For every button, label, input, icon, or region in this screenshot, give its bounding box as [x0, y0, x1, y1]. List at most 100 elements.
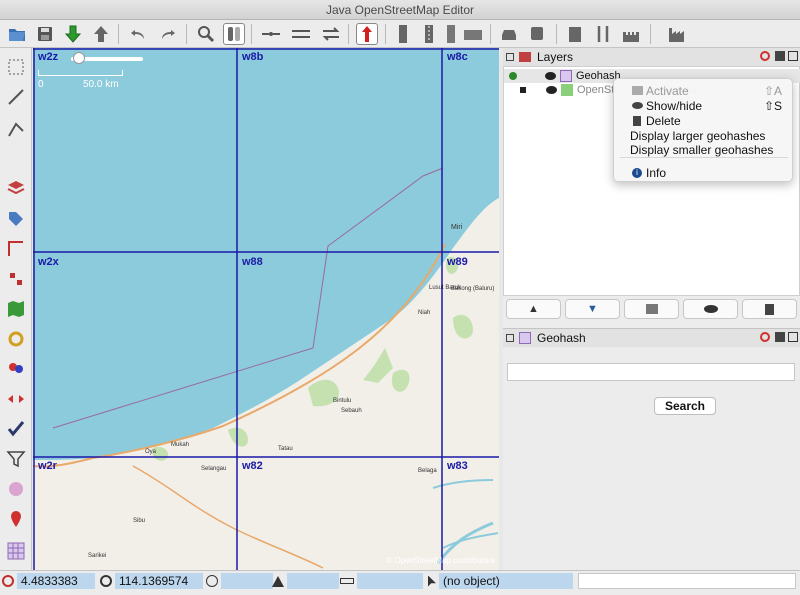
pointer-icon: [428, 575, 436, 587]
merge-layer-button[interactable]: [624, 299, 679, 319]
filter-icon: [6, 451, 26, 468]
toggle-relations-button[interactable]: [5, 268, 27, 290]
layer-context-menu: Activate ⇧A Show/hide ⇧S Delete Display …: [613, 78, 793, 182]
arrow-up-icon: [94, 26, 108, 42]
preset-car-button[interactable]: [498, 23, 520, 45]
menu-item-larger-geohashes[interactable]: Display larger geohashes: [614, 128, 794, 143]
preset-bus-button[interactable]: [526, 23, 548, 45]
improve-way-button[interactable]: [5, 118, 27, 140]
scale-zero: 0: [38, 79, 44, 90]
geohash-cell-label: w2z: [38, 51, 59, 63]
scale-bar: [38, 70, 123, 76]
preset-road-button[interactable]: [418, 23, 440, 45]
panel-help-icon[interactable]: [760, 332, 770, 342]
geohash-cell-label: w8c: [447, 51, 468, 63]
fork-knife-icon: [597, 26, 609, 42]
angle-field: [272, 573, 339, 589]
redo-button[interactable]: [156, 23, 178, 45]
geohash-search-input[interactable]: [507, 363, 795, 381]
toggle-changesets-button[interactable]: [5, 328, 27, 350]
geohash-cell-label: w2x: [38, 256, 59, 268]
move-up-button[interactable]: ▲: [506, 299, 561, 319]
open-file-button[interactable]: [6, 23, 28, 45]
menu-item-info[interactable]: i Info: [614, 165, 794, 180]
panel-detach-icon[interactable]: [775, 51, 785, 61]
arrow-up-icon: ▲: [528, 303, 539, 315]
menu-item-smaller-geohashes[interactable]: Display smaller geohashes: [614, 142, 794, 157]
preset-restaurant-button[interactable]: [592, 23, 614, 45]
object-field: (no object): [428, 573, 573, 589]
toggle-users-button[interactable]: [5, 358, 27, 380]
redo-icon: [162, 30, 175, 39]
toggle-selection-button[interactable]: [5, 238, 27, 260]
collapse-icon[interactable]: [506, 334, 514, 342]
toolbar-separator: [118, 24, 119, 44]
place-label: Niah: [418, 310, 431, 316]
preset-track-button[interactable]: [440, 23, 462, 45]
zoom-slider-knob[interactable]: [73, 52, 85, 64]
undo-button[interactable]: [128, 23, 150, 45]
geohash-panel: Geohash Search: [503, 328, 800, 570]
toggle-notes-button[interactable]: [5, 508, 27, 530]
upload-changes-button[interactable]: [356, 23, 378, 45]
eye-icon[interactable]: [546, 86, 557, 94]
merge-icon: [645, 304, 658, 314]
toggle-visibility-button[interactable]: [683, 299, 738, 319]
latitude-field: 4.4833383: [2, 573, 95, 589]
zoom-button[interactable]: [195, 23, 217, 45]
panel-close-icon[interactable]: [788, 51, 798, 61]
delete-layer-button[interactable]: [742, 299, 797, 319]
floppy-disk-icon: [38, 27, 52, 41]
toggle-validator-button[interactable]: [5, 418, 27, 440]
geohash-cell-label: w89: [447, 256, 468, 268]
preset-castle-button[interactable]: [620, 23, 642, 45]
factory-icon: [669, 28, 684, 42]
collapse-icon[interactable]: [506, 53, 514, 61]
latitude-icon: [2, 575, 14, 587]
combine-way-button[interactable]: [290, 23, 312, 45]
toggle-map-paint-button[interactable]: [5, 298, 27, 320]
preset-building-button[interactable]: [564, 23, 586, 45]
toggle-conflicts-button[interactable]: [5, 388, 27, 410]
users-icon: [9, 363, 23, 373]
draw-mode-button[interactable]: [5, 86, 27, 108]
reverse-way-button[interactable]: [320, 23, 342, 45]
save-button[interactable]: [34, 23, 56, 45]
toolbar-separator: [251, 24, 252, 44]
download-button[interactable]: [62, 23, 84, 45]
preset-area-button[interactable]: [462, 23, 484, 45]
panel-close-icon[interactable]: [788, 332, 798, 342]
menu-item-show-hide[interactable]: Show/hide ⇧S: [614, 98, 794, 113]
search-button[interactable]: Search: [654, 397, 716, 415]
split-way-button[interactable]: [260, 23, 282, 45]
move-down-button[interactable]: ▼: [565, 299, 620, 319]
checkmark-icon: [7, 421, 25, 437]
castle-icon: [623, 32, 639, 42]
geohash-panel-title: Geohash: [537, 331, 586, 345]
geohash-grid-icon: [519, 332, 531, 344]
preset-factory-button[interactable]: [666, 23, 688, 45]
preset-residential-button[interactable]: [392, 23, 414, 45]
nodes-icon: [8, 122, 24, 137]
toggle-style-button[interactable]: [5, 478, 27, 500]
upload-button[interactable]: [90, 23, 112, 45]
panel-help-icon[interactable]: [760, 51, 770, 61]
eye-icon[interactable]: [545, 72, 556, 80]
layers-panel-title: Layers: [537, 50, 574, 64]
toggle-geohash-button[interactable]: [5, 540, 27, 562]
selection-list-icon: [8, 241, 23, 256]
map-attribution[interactable]: © OpenStreetMap contributors: [386, 556, 495, 565]
geohash-cell-label: w2r: [38, 460, 57, 472]
select-mode-button[interactable]: [5, 56, 27, 78]
map-icon: [8, 301, 24, 317]
toggle-filter-button[interactable]: [5, 448, 27, 470]
geohash-panel-header: Geohash: [503, 329, 800, 347]
status-bar: 4.4833383 114.1369574 (no object): [0, 570, 800, 595]
map-view[interactable]: w2z w8b w8c w2x w88 w89 w2r w82 w83 0 50…: [33, 48, 499, 570]
preferences-button[interactable]: [223, 23, 245, 45]
menu-item-delete[interactable]: Delete: [614, 113, 794, 128]
toggle-layers-button[interactable]: [5, 176, 27, 198]
menu-item-activate[interactable]: Activate ⇧A: [614, 83, 794, 98]
toggle-tags-button[interactable]: [5, 208, 27, 230]
panel-detach-icon[interactable]: [775, 332, 785, 342]
